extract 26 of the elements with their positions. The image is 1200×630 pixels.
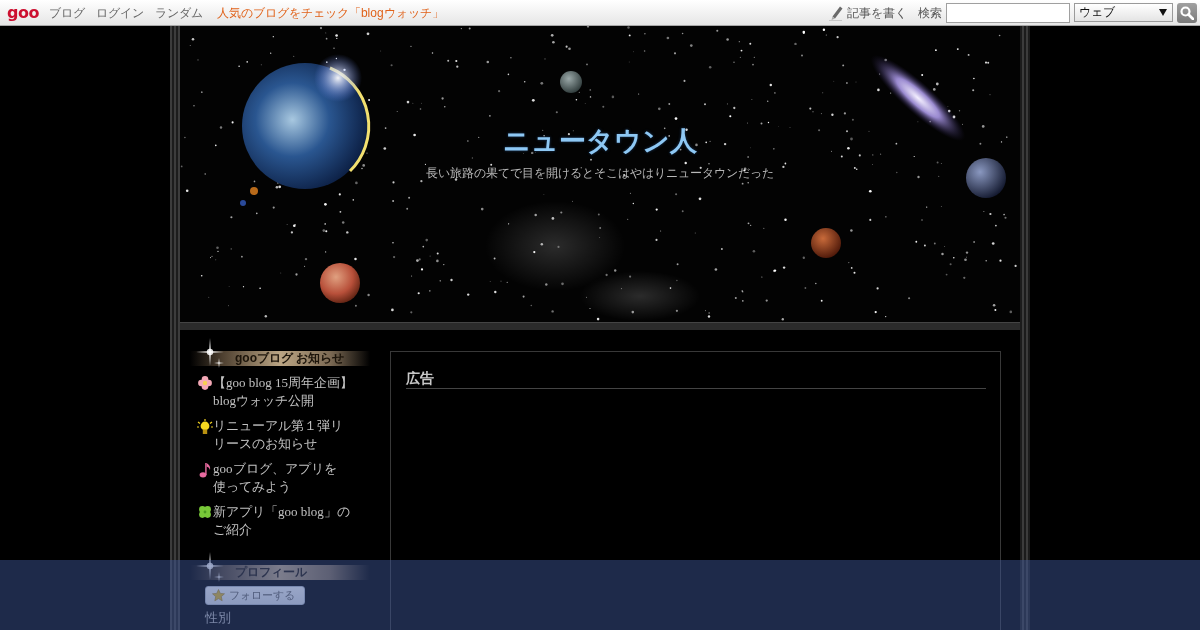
star-icon xyxy=(212,589,225,602)
search-button[interactable] xyxy=(1177,2,1197,23)
goo-logo[interactable]: goo xyxy=(7,3,39,22)
search-label: 検索 xyxy=(918,4,942,21)
lightbulb-icon xyxy=(196,419,213,434)
nav-link[interactable]: ブログ xyxy=(48,4,85,21)
blog-title[interactable]: ニュータウン人 xyxy=(503,124,697,158)
news-link[interactable]: 【goo blog 15周年企画】 blogウォッチ公開 xyxy=(213,374,354,410)
caret-icon xyxy=(1159,9,1167,16)
panel-heading: 広告 xyxy=(406,368,986,389)
nav-link[interactable]: ランダム xyxy=(154,4,203,21)
nav-link[interactable]: ログイン xyxy=(95,4,144,21)
section-heading: gooブログ お知らせ xyxy=(190,351,370,366)
clover-icon xyxy=(197,505,212,519)
news-link[interactable]: リニューアル第１弾リ リースのお知らせ xyxy=(213,417,343,453)
blog-subtitle: 長い旅路の果てで目を開けるとそこはやはりニュータウンだった xyxy=(426,165,774,181)
news-link[interactable]: 新アプリ「goo blog」の ご紹介 xyxy=(213,503,350,539)
search-field[interactable] xyxy=(946,2,1070,23)
pencil-icon xyxy=(829,4,843,21)
news-link[interactable]: gooブログ、アプリを 使ってみよう xyxy=(213,460,337,496)
write-post-link[interactable]: 記事を書く xyxy=(847,4,907,21)
flower-icon xyxy=(197,376,212,390)
scope-dropdown[interactable]: ウェブ xyxy=(1074,3,1173,22)
music-note-icon xyxy=(198,462,211,478)
search-icon xyxy=(1180,5,1194,20)
profile-label: 性別 xyxy=(205,609,232,626)
